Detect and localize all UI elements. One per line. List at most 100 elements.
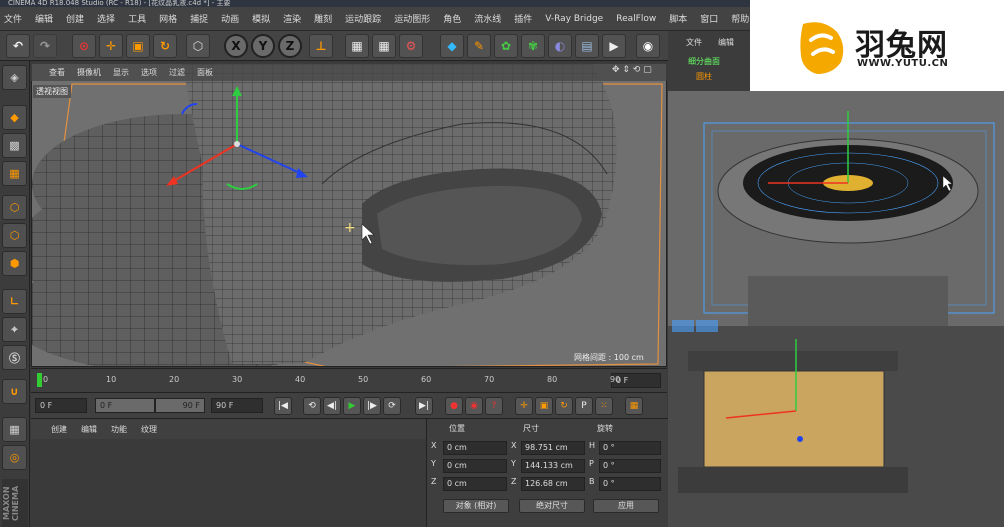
snap-icon[interactable]: Ⓢ: [2, 345, 27, 370]
play-button[interactable]: ▶: [343, 397, 361, 415]
perspective-viewport[interactable]: +: [31, 63, 667, 367]
render-view-icon[interactable]: ▦: [345, 34, 369, 58]
menu-item[interactable]: 选择: [97, 12, 115, 25]
plane-icon[interactable]: ◎: [2, 445, 27, 470]
key-parameter-button[interactable]: P: [575, 397, 593, 415]
menu-item[interactable]: 角色: [443, 12, 461, 25]
subdivision-surface-icon[interactable]: ✿: [494, 34, 518, 58]
position-field[interactable]: 0 cm: [443, 477, 507, 491]
size-mode-dropdown[interactable]: 绝对尺寸: [519, 499, 585, 513]
menu-item[interactable]: 工具: [128, 12, 146, 25]
viewport-menu-item[interactable]: 显示: [113, 67, 129, 78]
prev-frame-button[interactable]: ◀|: [323, 397, 341, 415]
undo-button[interactable]: ↶: [6, 34, 30, 58]
goto-start-button[interactable]: |◀: [274, 397, 292, 415]
viewport-menu-item[interactable]: 过滤: [169, 67, 185, 78]
move-tool-icon[interactable]: ✛: [99, 34, 123, 58]
points-mode-icon[interactable]: ⬡: [2, 195, 27, 220]
axis-y-button[interactable]: Y: [251, 34, 275, 58]
array-icon[interactable]: ✾: [521, 34, 545, 58]
position-field[interactable]: 0 cm: [443, 459, 507, 473]
next-frame-button[interactable]: |▶: [363, 397, 381, 415]
redo-button[interactable]: ↷: [33, 34, 57, 58]
menu-item[interactable]: 窗口: [700, 12, 718, 25]
texture-mode-icon[interactable]: ▩: [2, 133, 27, 158]
enable-axis-icon[interactable]: ∟: [2, 289, 27, 314]
menu-item[interactable]: 网格: [159, 12, 177, 25]
next-key-button[interactable]: ⟳: [383, 397, 401, 415]
menu-item[interactable]: 创建: [66, 12, 84, 25]
timeline-ruler[interactable]: 0 F 0 10 20 30 40 50 60 70 80 90: [31, 368, 667, 392]
scale-tool-icon[interactable]: ▣: [126, 34, 150, 58]
menu-item[interactable]: 动画: [221, 12, 239, 25]
axis-x-button[interactable]: X: [224, 34, 248, 58]
menu-item[interactable]: 帮助: [731, 12, 749, 25]
menu-item[interactable]: 脚本: [669, 12, 687, 25]
floor-icon[interactable]: ▤: [575, 34, 599, 58]
key-scale-button[interactable]: ▣: [535, 397, 553, 415]
tweak-mode-icon[interactable]: ⌖: [2, 317, 27, 342]
rotation-field[interactable]: 0 °: [599, 441, 661, 455]
render-picture-viewer-icon[interactable]: ▦: [372, 34, 396, 58]
material-menu-item[interactable]: 编辑: [81, 424, 97, 435]
timeline-playhead[interactable]: [37, 373, 42, 387]
edges-mode-icon[interactable]: ⬡: [2, 223, 27, 248]
menu-item[interactable]: V-Ray Bridge: [545, 14, 603, 24]
om-item-subdivision[interactable]: 细分曲面: [688, 56, 720, 67]
menu-item[interactable]: 插件: [514, 12, 532, 25]
light-icon[interactable]: ◉: [636, 34, 660, 58]
range-end-field[interactable]: 90 F: [155, 398, 205, 413]
workplane-icon[interactable]: ▦: [2, 161, 27, 186]
om-menu-file[interactable]: 文件: [686, 37, 702, 48]
viewport-menu-item[interactable]: 摄像机: [77, 67, 101, 78]
timeline-window-button[interactable]: ▦: [625, 397, 643, 415]
material-menu-item[interactable]: 功能: [111, 424, 127, 435]
menu-item[interactable]: 渲染: [283, 12, 301, 25]
axis-z-button[interactable]: Z: [278, 34, 302, 58]
goto-end-button[interactable]: ▶|: [415, 397, 433, 415]
prev-key-button[interactable]: ⟲: [303, 397, 321, 415]
render-settings-icon[interactable]: ⚙: [399, 34, 423, 58]
autokey-button[interactable]: ◉: [465, 397, 483, 415]
pen-spline-icon[interactable]: ✎: [467, 34, 491, 58]
menu-item[interactable]: 雕刻: [314, 12, 332, 25]
coordinate-system-icon[interactable]: ⊥: [309, 34, 333, 58]
polygons-mode-icon[interactable]: ⬢: [2, 251, 27, 276]
size-field[interactable]: 98.751 cm: [521, 441, 585, 455]
viewport-menu-item[interactable]: 选项: [141, 67, 157, 78]
om-item-cylinder[interactable]: 圆柱: [696, 71, 712, 82]
range-start-field[interactable]: 0 F: [95, 398, 155, 413]
size-field[interactable]: 126.68 cm: [521, 477, 585, 491]
menu-item[interactable]: 模拟: [252, 12, 270, 25]
size-field[interactable]: 144.133 cm: [521, 459, 585, 473]
viewport-menu-item[interactable]: 查看: [49, 67, 65, 78]
menu-item[interactable]: 运动跟踪: [345, 12, 381, 25]
make-editable-icon[interactable]: ◈: [2, 65, 27, 90]
viewport-nav-icons[interactable]: ✥ ⇕ ⟲ ▢: [612, 65, 652, 75]
material-menu-item[interactable]: 纹理: [141, 424, 157, 435]
rotate-tool-icon[interactable]: ↻: [153, 34, 177, 58]
lock-workplane-icon[interactable]: ▦: [2, 417, 27, 442]
record-button[interactable]: ●: [445, 397, 463, 415]
select-tool-icon[interactable]: ⊙: [72, 34, 96, 58]
position-field[interactable]: 0 cm: [443, 441, 507, 455]
material-menu-item[interactable]: 创建: [51, 424, 67, 435]
menu-item[interactable]: RealFlow: [616, 14, 656, 24]
menu-item[interactable]: 流水线: [474, 12, 501, 25]
recent-object-icon[interactable]: ⬡: [186, 34, 210, 58]
menu-item[interactable]: 编辑: [35, 12, 53, 25]
magnet-icon[interactable]: ∪: [2, 379, 27, 404]
rotation-field[interactable]: 0 °: [599, 459, 661, 473]
deformer-icon[interactable]: ◐: [548, 34, 572, 58]
om-menu-edit[interactable]: 编辑: [718, 37, 734, 48]
cube-object-icon[interactable]: ◆: [440, 34, 464, 58]
end-frame-field[interactable]: 90 F: [211, 398, 263, 413]
camera-icon[interactable]: ▶: [602, 34, 626, 58]
key-point-level-button[interactable]: ⁙: [595, 397, 613, 415]
rotation-field[interactable]: 0 °: [599, 477, 661, 491]
menu-item[interactable]: 运动图形: [394, 12, 430, 25]
menu-item[interactable]: 捕捉: [190, 12, 208, 25]
keyframe-selection-button[interactable]: ?: [485, 397, 503, 415]
key-position-button[interactable]: ✛: [515, 397, 533, 415]
model-mode-icon[interactable]: ◆: [2, 105, 27, 130]
